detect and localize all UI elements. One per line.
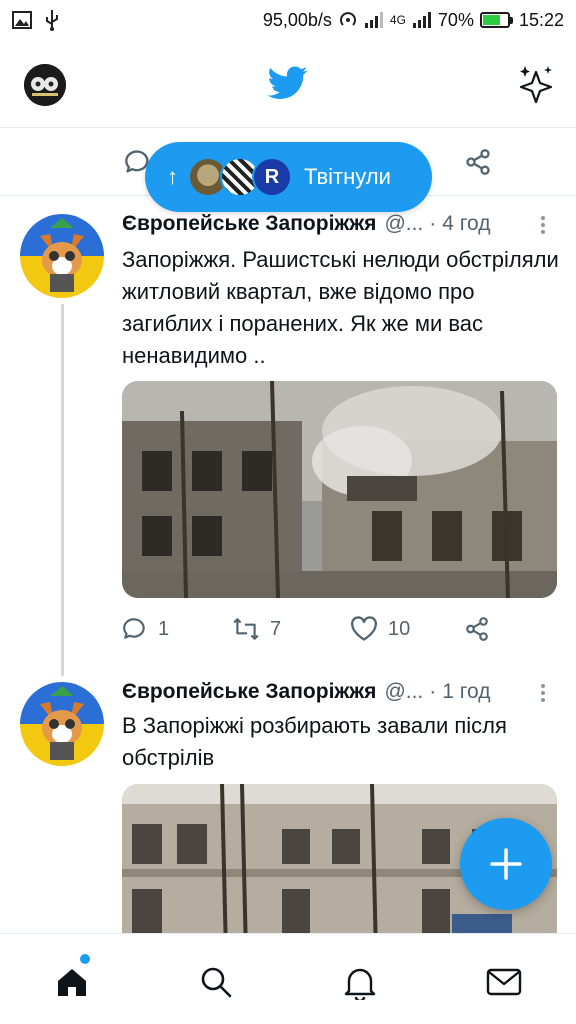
network-speed: 95,00b/s xyxy=(262,9,332,30)
nav-messages[interactable] xyxy=(484,962,524,1002)
retweet-button[interactable]: 7 xyxy=(232,616,281,642)
avatar: R xyxy=(252,157,292,197)
pill-label: Твітнули xyxy=(304,164,391,189)
tweet-image[interactable] xyxy=(122,381,557,598)
clock: 15:22 xyxy=(518,9,564,30)
share-icon xyxy=(466,617,488,641)
avatar[interactable] xyxy=(20,682,104,766)
twitter-bird-icon[interactable] xyxy=(267,66,308,105)
home-icon xyxy=(58,969,86,996)
status-bar: 95,00b/s 4G 70% 15:22 xyxy=(0,0,576,40)
bottom-navigation xyxy=(0,933,576,1024)
network-type: 4G xyxy=(389,13,406,27)
retweet-count: 7 xyxy=(270,617,282,640)
usb-icon xyxy=(46,10,58,31)
author-handle[interactable]: @... xyxy=(384,680,423,704)
battery-icon xyxy=(479,12,513,28)
author-name[interactable]: Європейське Запоріжжя xyxy=(122,680,376,704)
more-options-icon[interactable] xyxy=(538,214,548,236)
like-count: 10 xyxy=(388,617,411,640)
sparkle-icon[interactable] xyxy=(518,64,556,109)
more-options-icon[interactable] xyxy=(538,682,548,704)
share-icon[interactable] xyxy=(464,148,492,176)
profile-avatar[interactable] xyxy=(24,64,66,106)
tweet-actions: 1 7 10 xyxy=(122,616,562,648)
nav-search[interactable] xyxy=(196,962,236,1002)
battery-percent: 70% xyxy=(437,9,474,30)
author-name[interactable]: Європейське Запоріжжя xyxy=(122,212,376,236)
tweet[interactable]: Європейське Запоріжжя @... · 4 год Запор… xyxy=(0,196,576,676)
search-icon xyxy=(201,967,232,998)
nav-home[interactable] xyxy=(52,962,92,1002)
pill-avatars: R xyxy=(188,157,292,197)
gallery-icon xyxy=(12,11,32,29)
app-header xyxy=(0,40,576,128)
tweet-header: Європейське Запоріжжя @... · 1 год xyxy=(122,680,490,704)
compose-tweet-button[interactable] xyxy=(460,818,552,910)
avatar[interactable] xyxy=(20,214,104,298)
reply-icon xyxy=(123,618,145,639)
notifications-icon xyxy=(344,968,376,1000)
heart-icon xyxy=(351,616,377,641)
header-divider xyxy=(0,127,576,128)
retweet-icon xyxy=(233,618,259,640)
plus-icon xyxy=(490,848,522,880)
hotspot-icon xyxy=(339,12,356,26)
share-button[interactable] xyxy=(464,616,500,642)
nav-notifications[interactable] xyxy=(340,962,380,1002)
reply-button[interactable]: 1 xyxy=(122,616,169,642)
messages-icon xyxy=(486,968,522,996)
signal-icon xyxy=(364,12,383,28)
separator: · xyxy=(429,212,437,235)
separator: · xyxy=(429,680,437,703)
timestamp[interactable]: 4 год xyxy=(442,212,490,236)
thread-line xyxy=(61,304,64,676)
tweet-header: Європейське Запоріжжя @... · 4 год xyxy=(122,212,490,236)
reply-count: 1 xyxy=(158,617,170,640)
tweet-text: Запоріжжя. Рашистські нелюди обстріляли … xyxy=(122,247,559,368)
tweet-text: В Запоріжжі розбирають завали після обст… xyxy=(122,713,507,770)
arrow-up-icon: ↑ xyxy=(167,164,178,189)
author-handle[interactable]: @... xyxy=(384,212,423,236)
signal-icon xyxy=(412,12,431,28)
like-button[interactable]: 10 xyxy=(350,616,410,642)
new-content-indicator xyxy=(80,954,90,964)
timestamp[interactable]: 1 год xyxy=(442,680,490,704)
